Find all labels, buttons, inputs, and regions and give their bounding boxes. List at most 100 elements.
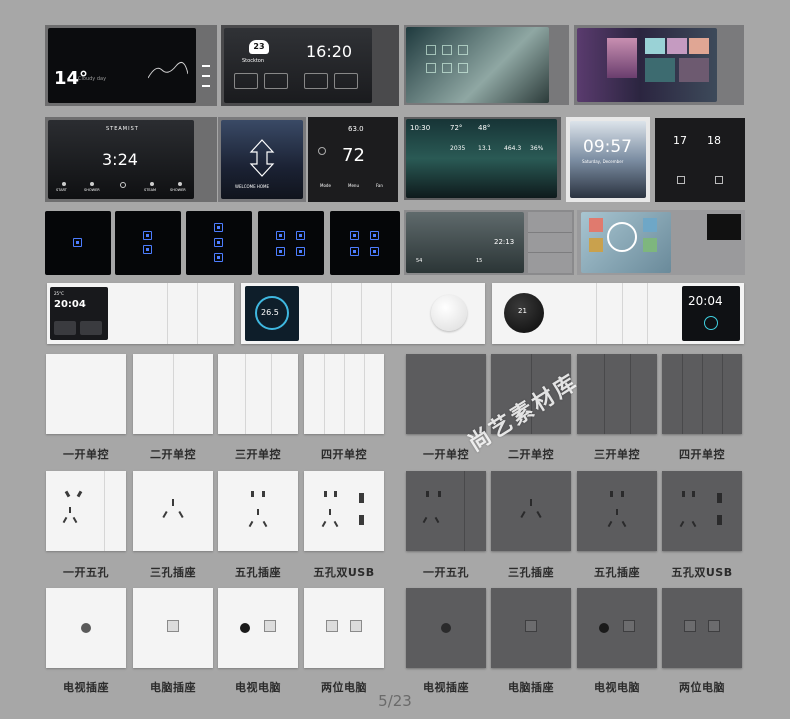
light-icon xyxy=(214,223,223,232)
date-badge-text: 23 xyxy=(253,42,265,51)
thermo-value: 72 xyxy=(342,145,365,166)
hub-small-2: 15 xyxy=(476,258,483,264)
usb-port-icon xyxy=(359,515,364,525)
glass-keypad-3[interactable] xyxy=(186,211,252,275)
white-outlet-4[interactable] xyxy=(304,588,384,668)
knob-value: 21 xyxy=(518,307,527,315)
ethernet-port-icon xyxy=(525,620,537,632)
light-icon xyxy=(350,231,359,240)
gray-socket-3[interactable] xyxy=(577,471,657,551)
aurora-panel: 10:30 72° 48° 2035 13.1 464.3 36% xyxy=(404,117,561,200)
tv-port-icon xyxy=(240,623,250,633)
glass-keypad-1[interactable] xyxy=(45,211,111,275)
glass-keypad-2[interactable] xyxy=(115,211,181,275)
clock-screen: 23 Stockton 16:20 xyxy=(224,28,372,103)
app-tile-grid[interactable] xyxy=(645,38,710,93)
gray-socket-2[interactable] xyxy=(491,471,571,551)
white-switch-1[interactable] xyxy=(46,354,126,434)
wide-panel-1-date: 25°C xyxy=(54,291,64,296)
wide-panel-3-screen: 20:04 xyxy=(682,286,740,341)
ethernet-port-icon xyxy=(326,620,338,632)
thermo-mode-label[interactable]: Mode xyxy=(320,183,331,188)
white-switch-2[interactable] xyxy=(133,354,213,434)
panel-1-side-controls[interactable] xyxy=(199,35,213,95)
wide-panel-2-screen: 26.5 xyxy=(245,286,299,341)
dial-icon-right[interactable] xyxy=(715,176,723,184)
gray-switch-4[interactable] xyxy=(662,354,742,434)
weather-graph xyxy=(148,61,188,79)
aurora-stat-5: 464.3 xyxy=(504,145,522,152)
white-switch-3[interactable] xyxy=(218,354,298,434)
socket-caption-w1: 一开五孔 xyxy=(63,566,109,579)
hub-time: 22:13 xyxy=(494,238,515,246)
clock-c-panel: 09:57 Saturday, December xyxy=(566,117,650,202)
gray-outlet-1[interactable] xyxy=(406,588,486,668)
wide-panel-3-ring[interactable] xyxy=(704,316,718,330)
socket-caption-w3: 五孔插座 xyxy=(235,566,281,579)
hub-side-buttons[interactable] xyxy=(528,212,572,273)
scene-buttons[interactable] xyxy=(234,73,364,93)
white-socket-3[interactable] xyxy=(218,471,298,551)
round-knob-dark[interactable]: 21 xyxy=(504,293,544,333)
gray-outlet-4[interactable] xyxy=(662,588,742,668)
light-icon xyxy=(296,231,305,240)
wide-panel-1: 25°C 20:04 xyxy=(47,283,234,344)
welcome-screen: WELCOME HOME xyxy=(221,120,303,199)
dial-value-2: 18 xyxy=(707,134,721,147)
wide-panel-1-buttons[interactable] xyxy=(54,321,104,335)
ethernet-port-icon xyxy=(623,620,635,632)
white-switch-4[interactable] xyxy=(304,354,384,434)
white-socket-2[interactable] xyxy=(133,471,213,551)
light-icon xyxy=(276,231,285,240)
white-outlet-2[interactable] xyxy=(133,588,213,668)
switch-caption-w1: 一开单控 xyxy=(63,448,109,461)
dial-icon-left[interactable] xyxy=(677,176,685,184)
white-outlet-3[interactable] xyxy=(218,588,298,668)
switch-caption-g4: 四开单控 xyxy=(679,448,725,461)
switch-caption-g2: 二开单控 xyxy=(508,448,554,461)
white-outlet-1[interactable] xyxy=(46,588,126,668)
gray-switch-3[interactable] xyxy=(577,354,657,434)
thermo-menu-label[interactable]: Menu xyxy=(348,183,359,188)
light-icon xyxy=(73,238,82,247)
socket-caption-g4: 五孔双USB xyxy=(671,566,733,579)
usb-port-icon xyxy=(717,515,722,525)
socket-caption-w4: 五孔双USB xyxy=(313,566,375,579)
glass-keypad-5[interactable] xyxy=(330,211,400,275)
weather-subtitle: Cloudy day xyxy=(78,76,107,82)
light-icon xyxy=(214,253,223,262)
wide-panel-2: 26.5 xyxy=(241,283,485,344)
tile-grid[interactable] xyxy=(589,218,665,268)
ethernet-port-icon xyxy=(708,620,720,632)
usb-port-icon xyxy=(717,493,722,503)
gray-socket-4[interactable] xyxy=(662,471,742,551)
white-socket-4[interactable] xyxy=(304,471,384,551)
white-socket-1[interactable] xyxy=(46,471,126,551)
clock-c-screen: 09:57 Saturday, December xyxy=(570,121,646,198)
clock-b-text: 3:24 xyxy=(102,150,138,169)
tv-port-icon xyxy=(599,623,609,633)
app-grid[interactable] xyxy=(426,45,486,95)
light-icon xyxy=(276,247,285,256)
switch-caption-w3: 三开单控 xyxy=(235,448,281,461)
thermo-top-reading: 63.0 xyxy=(348,125,364,133)
page-indicator[interactable]: 5/23 xyxy=(0,692,790,710)
thermo-buttons[interactable]: Mode Menu Fan xyxy=(316,183,394,193)
aurora-stat-2: 48° xyxy=(478,124,491,132)
thermo-fan-label[interactable]: Fan xyxy=(376,183,383,188)
gray-outlet-2[interactable] xyxy=(491,588,571,668)
light-icon xyxy=(370,247,379,256)
ethernet-port-icon xyxy=(684,620,696,632)
steam-controls[interactable]: START SHOWER STEAM SHOWER xyxy=(56,182,188,196)
round-knob-white[interactable] xyxy=(431,295,467,331)
landscape-screen xyxy=(406,27,549,103)
aurora-stat-4: 13.1 xyxy=(478,145,492,152)
light-icon xyxy=(370,231,379,240)
gray-outlet-3[interactable] xyxy=(577,588,657,668)
socket-caption-g2: 三孔插座 xyxy=(508,566,554,579)
ethernet-port-icon xyxy=(350,620,362,632)
gray-socket-1[interactable] xyxy=(406,471,486,551)
hub-screen: 22:13 54 15 xyxy=(406,212,524,273)
album-art-tile[interactable] xyxy=(607,38,637,78)
glass-keypad-4[interactable] xyxy=(258,211,324,275)
